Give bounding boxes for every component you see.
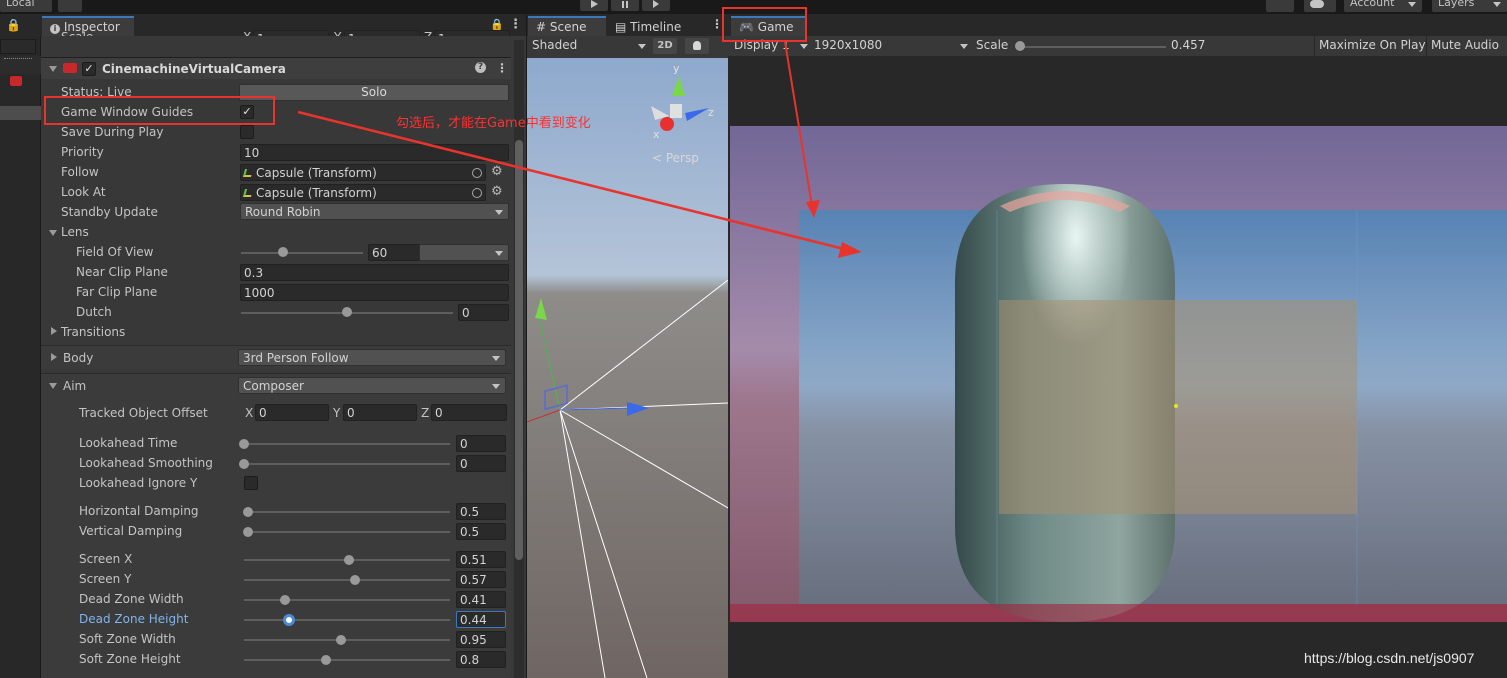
- arrow-head-icon: [838, 242, 862, 258]
- annotation-arrows: [297, 41, 862, 258]
- arrow-head-icon: [806, 200, 820, 218]
- watermark: https://blog.csdn.net/js0907: [1304, 650, 1475, 666]
- arrow-to-game-view: [297, 110, 849, 252]
- arrow-from-game-tab: [784, 41, 813, 207]
